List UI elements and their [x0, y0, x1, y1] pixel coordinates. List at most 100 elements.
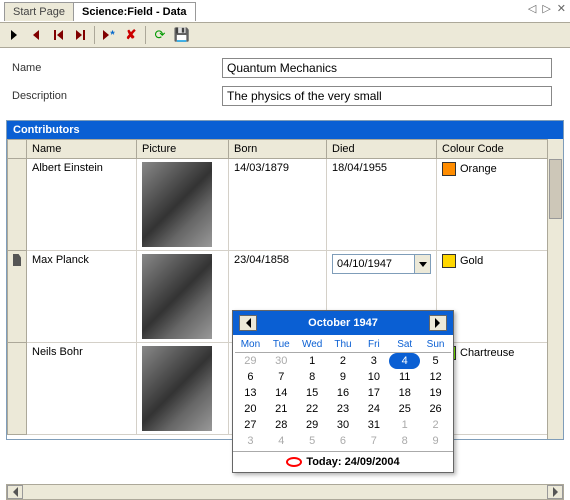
cal-day[interactable]: 5	[297, 433, 328, 449]
vertical-scrollbar[interactable]	[547, 139, 563, 439]
cal-day[interactable]: 9	[328, 369, 359, 385]
cal-day[interactable]: 15	[297, 385, 328, 401]
hscroll-right-icon[interactable]	[547, 485, 563, 499]
nav-first-button[interactable]	[4, 25, 24, 45]
cal-day[interactable]: 16	[328, 385, 359, 401]
cal-day[interactable]: 23	[328, 401, 359, 417]
cal-day[interactable]: 30	[266, 353, 297, 369]
portrait-image	[142, 254, 212, 339]
nav-last-rec-button[interactable]	[70, 25, 90, 45]
cal-day[interactable]: 28	[266, 417, 297, 433]
portrait-image	[142, 346, 212, 431]
toolbar: * ✘ ⟳ 💾	[0, 22, 570, 48]
cal-day[interactable]: 19	[420, 385, 451, 401]
cal-day[interactable]: 7	[266, 369, 297, 385]
cal-day[interactable]: 27	[235, 417, 266, 433]
description-input[interactable]	[222, 86, 552, 106]
description-label: Description	[12, 90, 212, 102]
cell-born[interactable]: 14/03/1879	[229, 159, 327, 251]
col-name[interactable]: Name	[27, 140, 137, 159]
tab-bar: Start Page Science:Field - Data ◁ ▷ ✕	[0, 0, 570, 22]
cal-day[interactable]: 29	[235, 353, 266, 369]
portrait-image	[142, 162, 212, 247]
tab-active[interactable]: Science:Field - Data	[73, 2, 196, 21]
cell-picture[interactable]	[137, 343, 229, 435]
cal-day[interactable]: 25	[389, 401, 420, 417]
cal-day[interactable]: 4	[389, 353, 420, 369]
cal-day[interactable]: 10	[358, 369, 389, 385]
cell-picture[interactable]	[137, 159, 229, 251]
cal-day[interactable]: 2	[420, 417, 451, 433]
col-colour[interactable]: Colour Code	[437, 140, 555, 159]
cal-day[interactable]: 14	[266, 385, 297, 401]
cal-day[interactable]: 4	[266, 433, 297, 449]
cal-day[interactable]: 26	[420, 401, 451, 417]
dropdown-button-icon[interactable]	[414, 255, 430, 273]
cal-day[interactable]: 3	[235, 433, 266, 449]
form-panel: Name Description	[0, 48, 570, 116]
tab-start[interactable]: Start Page	[4, 2, 74, 21]
cell-colour[interactable]: Gold	[437, 251, 555, 343]
died-dropdown[interactable]: 04/10/1947	[332, 254, 431, 274]
cal-day[interactable]: 17	[358, 385, 389, 401]
cal-day[interactable]: 7	[358, 433, 389, 449]
cal-day[interactable]: 11	[389, 369, 420, 385]
cal-day[interactable]: 3	[358, 353, 389, 369]
cell-name[interactable]: Albert Einstein	[27, 159, 137, 251]
delete-button[interactable]: ✘	[121, 25, 141, 45]
col-born[interactable]: Born	[229, 140, 327, 159]
colour-swatch	[442, 254, 456, 268]
nav-first-rec-button[interactable]	[48, 25, 68, 45]
refresh-button[interactable]: ⟳	[150, 25, 170, 45]
cal-day[interactable]: 2	[328, 353, 359, 369]
grid-title: Contributors	[7, 121, 563, 139]
cal-day[interactable]: 8	[297, 369, 328, 385]
cal-day[interactable]: 21	[266, 401, 297, 417]
cal-dow: Thu	[328, 337, 359, 353]
cal-next-button[interactable]	[429, 315, 447, 331]
cell-picture[interactable]	[137, 251, 229, 343]
cal-day[interactable]: 22	[297, 401, 328, 417]
cal-prev-button[interactable]	[239, 315, 257, 331]
cal-day[interactable]: 24	[358, 401, 389, 417]
table-row[interactable]: Albert Einstein 14/03/1879 18/04/1955 Or…	[8, 159, 555, 251]
colour-swatch	[442, 162, 456, 176]
cal-day[interactable]: 8	[389, 433, 420, 449]
tab-close-icon[interactable]: ✕	[557, 2, 566, 15]
nav-prev-button[interactable]	[26, 25, 46, 45]
cal-day[interactable]: 20	[235, 401, 266, 417]
name-input[interactable]	[222, 58, 552, 78]
cal-day[interactable]: 1	[297, 353, 328, 369]
cal-today[interactable]: Today: 24/09/2004	[233, 451, 453, 472]
cal-day[interactable]: 6	[328, 433, 359, 449]
cal-day[interactable]: 29	[297, 417, 328, 433]
cal-day[interactable]: 12	[420, 369, 451, 385]
cell-died[interactable]: 18/04/1955	[327, 159, 437, 251]
col-picture[interactable]: Picture	[137, 140, 229, 159]
cal-day[interactable]: 30	[328, 417, 359, 433]
cal-day[interactable]: 18	[389, 385, 420, 401]
cal-day[interactable]: 5	[420, 353, 451, 369]
horizontal-scrollbar[interactable]	[6, 484, 564, 500]
hscroll-left-icon[interactable]	[7, 485, 23, 499]
col-died[interactable]: Died	[327, 140, 437, 159]
cal-day[interactable]: 9	[420, 433, 451, 449]
nav-new-button[interactable]: *	[99, 25, 119, 45]
cell-colour[interactable]: Orange	[437, 159, 555, 251]
row-header-col	[8, 140, 27, 159]
cell-name[interactable]: Max Planck	[27, 251, 137, 343]
cell-colour[interactable]: Chartreuse	[437, 343, 555, 435]
today-ring-icon	[286, 457, 302, 467]
cal-day[interactable]: 6	[235, 369, 266, 385]
cal-day[interactable]: 1	[389, 417, 420, 433]
cal-dow: Wed	[297, 337, 328, 353]
name-label: Name	[12, 62, 212, 74]
tab-prev-icon[interactable]: ◁	[528, 2, 536, 15]
cal-dow: Sat	[389, 337, 420, 353]
cal-day[interactable]: 31	[358, 417, 389, 433]
save-button[interactable]: 💾	[172, 25, 192, 45]
cal-dow: Sun	[420, 337, 451, 353]
cal-day[interactable]: 13	[235, 385, 266, 401]
cell-name[interactable]: Neils Bohr	[27, 343, 137, 435]
tab-next-icon[interactable]: ▷	[542, 2, 550, 15]
